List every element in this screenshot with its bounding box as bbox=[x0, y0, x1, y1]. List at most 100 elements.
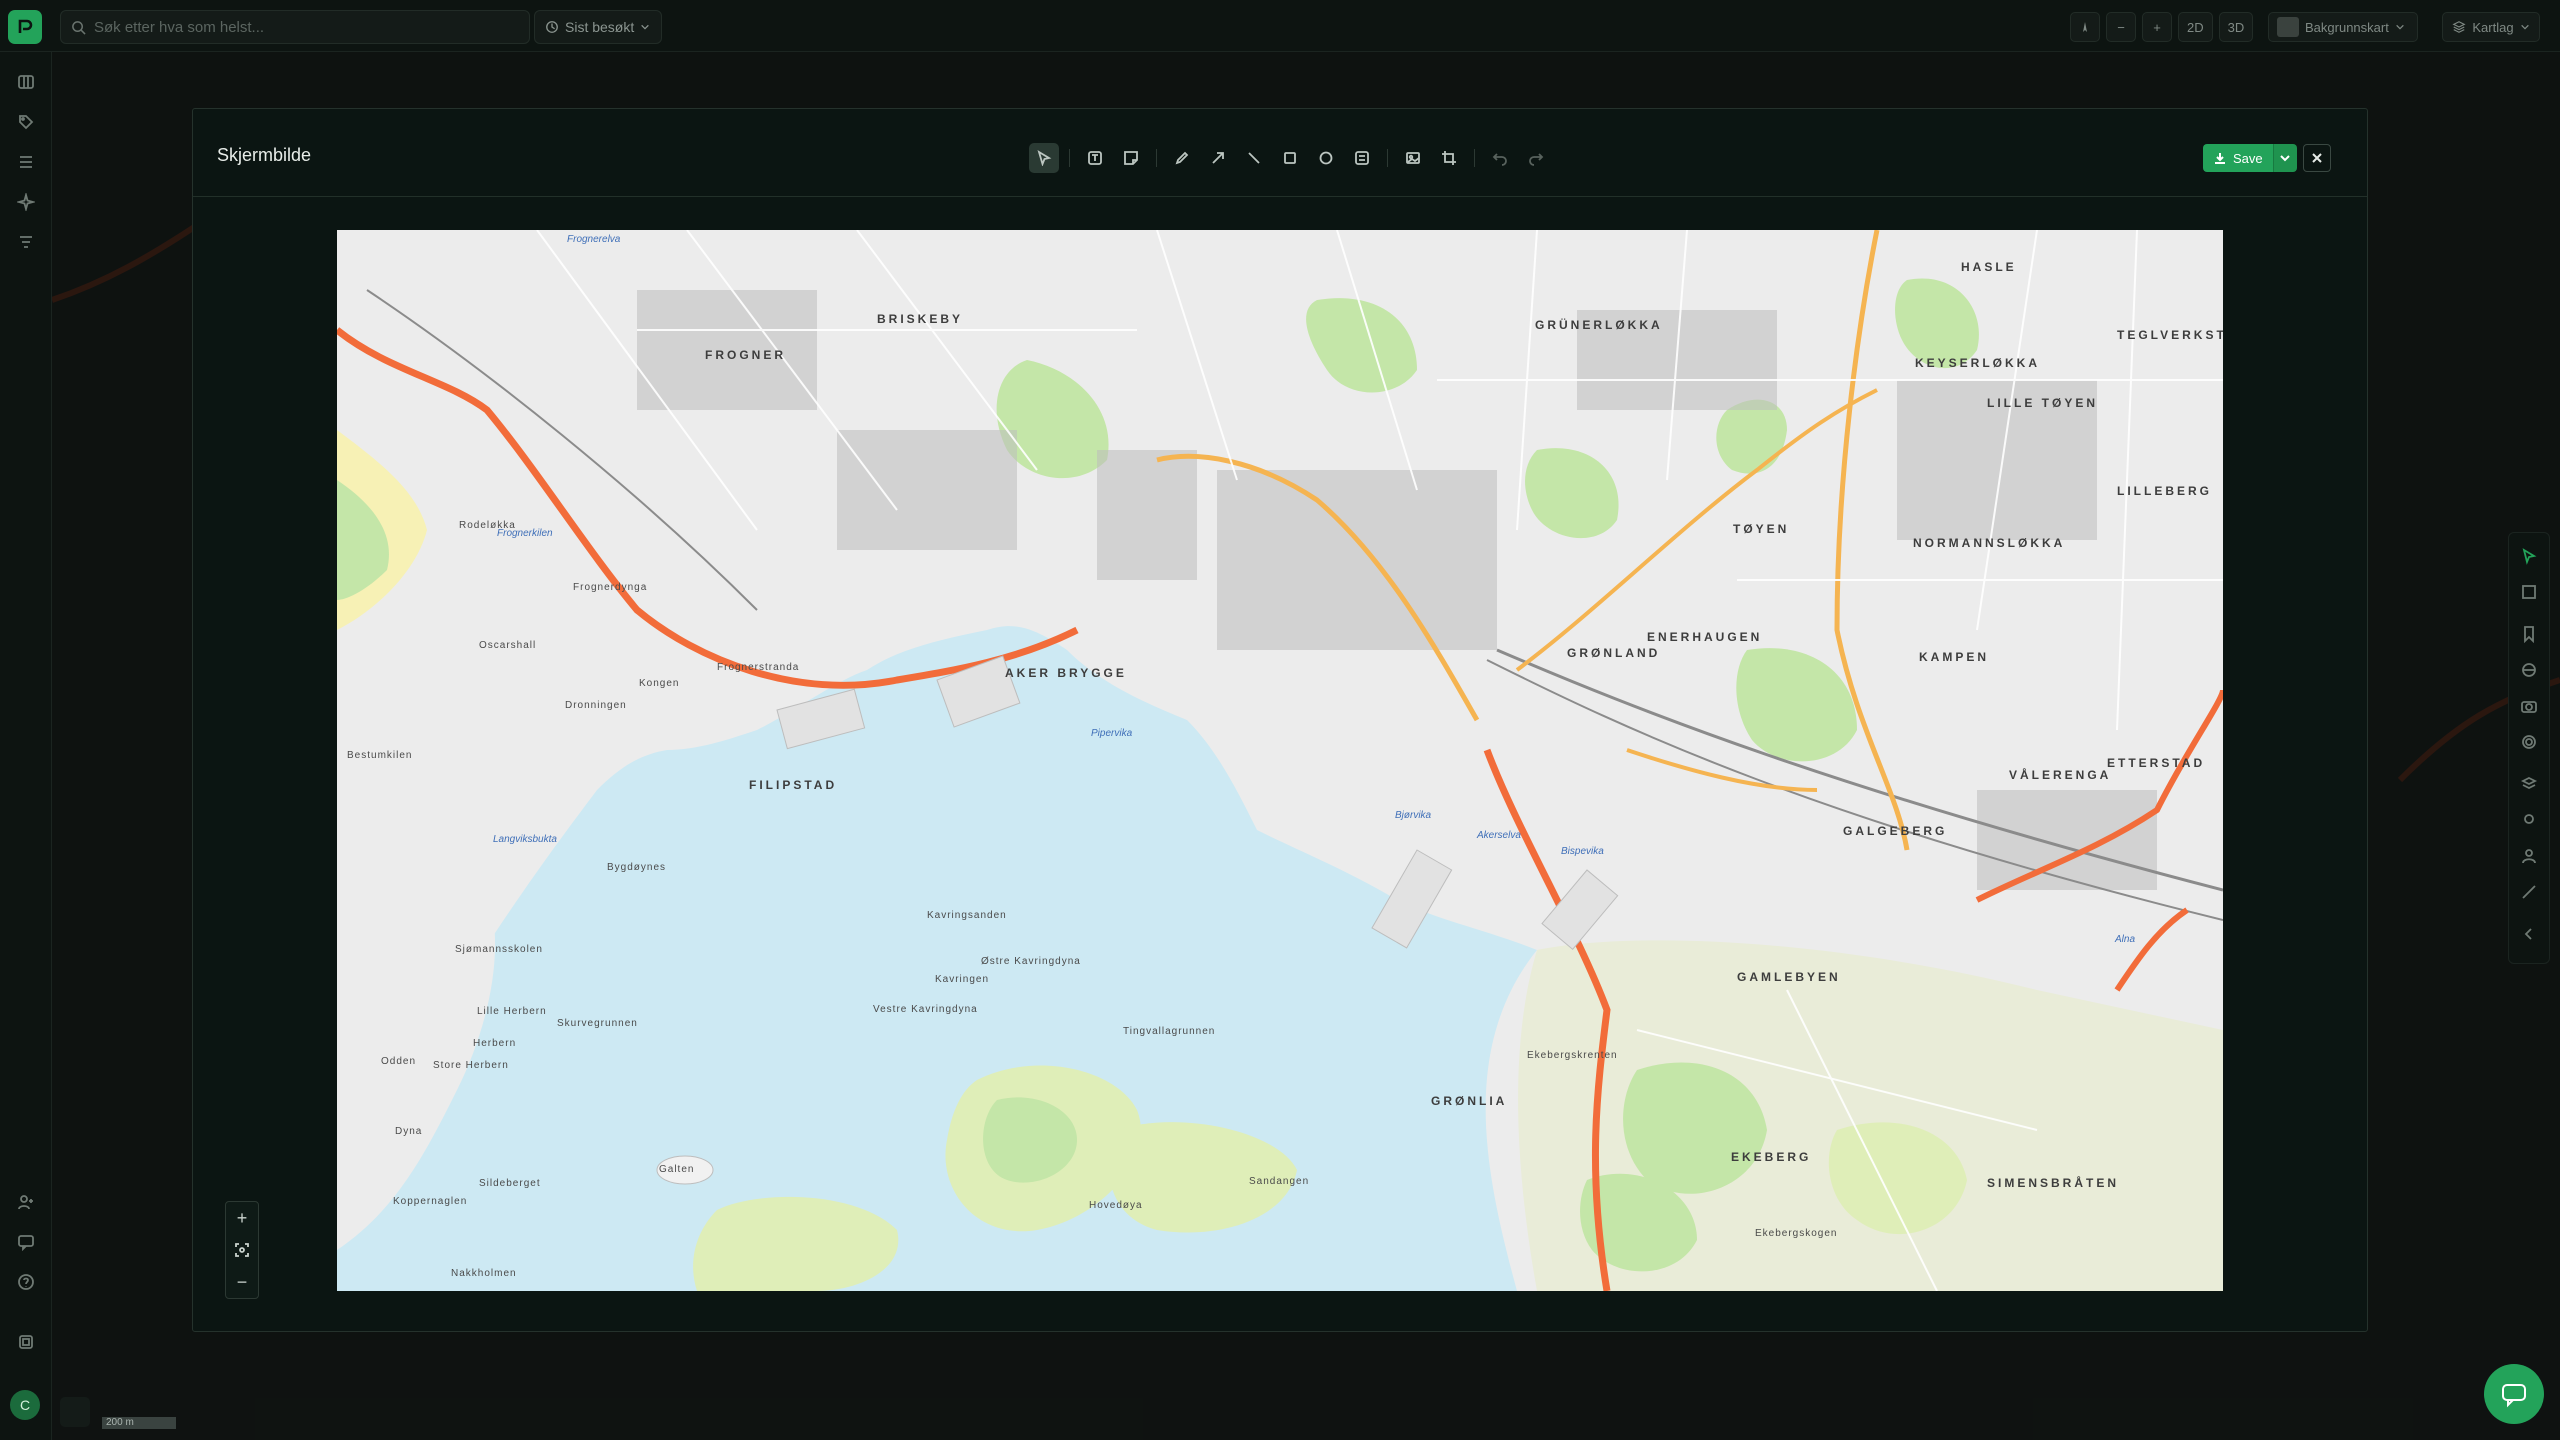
canvas-zoom-out-button[interactable]: − bbox=[226, 1266, 258, 1298]
left-sidebar: C bbox=[0, 52, 52, 1440]
list-icon bbox=[20, 156, 32, 168]
right-tool-ruler[interactable] bbox=[2520, 883, 2540, 903]
map-label-place: Frognerstranda bbox=[717, 662, 800, 673]
sidebar-item-list[interactable] bbox=[14, 150, 38, 174]
chevron-down-icon bbox=[2396, 24, 2404, 30]
sidebar-item-tags[interactable] bbox=[14, 110, 38, 134]
tool-list[interactable] bbox=[1347, 143, 1377, 173]
screenshot-canvas[interactable]: BRISKEBY FROGNER GRÜNERLØKKA HASLE KEYSE… bbox=[337, 230, 2223, 1291]
map-label-area: TØYEN bbox=[1733, 522, 1790, 536]
map-label-area: KEYSERLØKKA bbox=[1915, 356, 2041, 370]
recent-label: Sist besøkt bbox=[565, 19, 635, 35]
layers-icon bbox=[2452, 21, 2466, 33]
right-tool-layers[interactable] bbox=[2520, 775, 2540, 795]
logo-icon bbox=[18, 19, 33, 33]
tool-pencil[interactable] bbox=[1167, 143, 1197, 173]
tool-circle[interactable] bbox=[1311, 143, 1341, 173]
map-label-place: Nakkholmen bbox=[451, 1268, 517, 1279]
sticky-note-icon bbox=[1124, 151, 1138, 165]
tool-sticky-note[interactable] bbox=[1116, 143, 1146, 173]
map-label-place: Østre Kavringdyna bbox=[981, 956, 1081, 967]
recent-dropdown[interactable]: Sist besøkt bbox=[534, 10, 662, 44]
user-avatar[interactable]: C bbox=[10, 1390, 40, 1420]
redo-icon bbox=[1529, 153, 1544, 166]
fit-screen-icon bbox=[235, 1243, 249, 1257]
view-2d-button[interactable]: 2D bbox=[2178, 12, 2213, 42]
app-logo[interactable] bbox=[8, 10, 42, 44]
right-tool-select[interactable] bbox=[2520, 547, 2540, 567]
map-label-place: Rodeløkka bbox=[459, 520, 516, 531]
rectangle-icon bbox=[1284, 152, 1296, 164]
compass-button[interactable] bbox=[2070, 12, 2100, 42]
sidebar-item-filter[interactable] bbox=[14, 230, 38, 254]
map-label-area: TEGLVERKST bbox=[2117, 328, 2223, 342]
text-icon bbox=[1088, 151, 1102, 165]
map-label-area: GALGEBERG bbox=[1843, 824, 1948, 838]
basemap-label: Bakgrunnskart bbox=[2305, 19, 2389, 35]
view-3d-button[interactable]: 3D bbox=[2218, 12, 2254, 42]
help-icon bbox=[18, 1274, 34, 1290]
ruler-icon bbox=[2522, 885, 2536, 899]
search-box[interactable] bbox=[60, 10, 530, 44]
right-tool-globe[interactable] bbox=[2520, 661, 2540, 681]
basemap-dropdown[interactable]: Bakgrunnskart bbox=[2268, 12, 2418, 42]
toolbar-divider bbox=[1156, 149, 1157, 167]
tag-icon bbox=[19, 115, 34, 130]
chat-button[interactable] bbox=[2484, 1364, 2544, 1424]
right-tool-person[interactable] bbox=[2520, 847, 2540, 867]
map-label-place: Bestumkilen bbox=[347, 750, 413, 761]
line-icon bbox=[1248, 152, 1260, 164]
canvas-zoom-in-button[interactable]: + bbox=[226, 1202, 258, 1234]
right-tool-mark[interactable] bbox=[2520, 811, 2540, 831]
sidebar-item-analysis[interactable] bbox=[14, 190, 38, 214]
map-label-place: Frognerdynga bbox=[573, 582, 648, 593]
camera-icon bbox=[2521, 701, 2537, 713]
map-label-place: Ekebergskogen bbox=[1755, 1228, 1838, 1239]
map-label-place: Kavringen bbox=[935, 974, 990, 985]
close-button[interactable] bbox=[2303, 144, 2331, 172]
canvas-fit-button[interactable] bbox=[226, 1234, 258, 1266]
legend-button[interactable] bbox=[60, 1397, 90, 1427]
sidebar-item-messages[interactable] bbox=[14, 1230, 38, 1254]
workspace-icon bbox=[19, 1335, 33, 1349]
sidebar-item-help[interactable] bbox=[14, 1270, 38, 1294]
save-options-button[interactable] bbox=[2272, 144, 2297, 172]
sidebar-item-map[interactable] bbox=[14, 70, 38, 94]
tool-redo[interactable] bbox=[1521, 143, 1551, 173]
layers-dropdown[interactable]: Kartlag bbox=[2442, 12, 2540, 42]
person-icon bbox=[2522, 849, 2536, 864]
sidebar-item-workspace[interactable] bbox=[14, 1330, 38, 1354]
map-label-place: Vestre Kavringdyna bbox=[873, 1004, 978, 1015]
search-input[interactable] bbox=[94, 18, 514, 36]
marker-icon bbox=[2524, 814, 2534, 824]
right-tool-area[interactable] bbox=[2520, 583, 2540, 603]
tool-rectangle[interactable] bbox=[1275, 143, 1305, 173]
layers-label: Kartlag bbox=[2472, 19, 2514, 35]
tool-select[interactable] bbox=[1029, 143, 1059, 173]
download-icon bbox=[2215, 153, 2225, 164]
zoom-out-top-button[interactable]: − bbox=[2106, 12, 2136, 42]
canvas-zoom-controls: + − bbox=[225, 1201, 259, 1299]
right-tool-settings[interactable] bbox=[2520, 733, 2540, 753]
map-label-area: VÅLERENGA bbox=[2009, 768, 2112, 782]
undo-icon bbox=[1492, 153, 1507, 166]
tool-text[interactable] bbox=[1080, 143, 1110, 173]
right-tool-camera[interactable] bbox=[2520, 697, 2540, 717]
close-icon bbox=[2312, 153, 2322, 163]
toolbar-divider bbox=[1474, 149, 1475, 167]
map-label-place: Lille Herbern bbox=[477, 1006, 547, 1017]
tool-undo[interactable] bbox=[1485, 143, 1515, 173]
save-split-button: Save bbox=[2203, 144, 2297, 172]
save-button[interactable]: Save bbox=[2203, 144, 2273, 172]
zoom-in-top-button[interactable]: + bbox=[2142, 12, 2172, 42]
right-tool-bookmark[interactable] bbox=[2520, 625, 2540, 645]
toolbar-divider bbox=[1387, 149, 1388, 167]
tool-image[interactable] bbox=[1398, 143, 1428, 173]
map-label-area: GRÜNERLØKKA bbox=[1535, 318, 1663, 332]
sidebar-item-user-add[interactable] bbox=[14, 1190, 38, 1214]
tool-arrow[interactable] bbox=[1203, 143, 1233, 173]
tool-line[interactable] bbox=[1239, 143, 1269, 173]
right-tool-collapse[interactable] bbox=[2520, 925, 2540, 945]
tool-crop[interactable] bbox=[1434, 143, 1464, 173]
numbered-list-icon bbox=[1355, 151, 1369, 165]
